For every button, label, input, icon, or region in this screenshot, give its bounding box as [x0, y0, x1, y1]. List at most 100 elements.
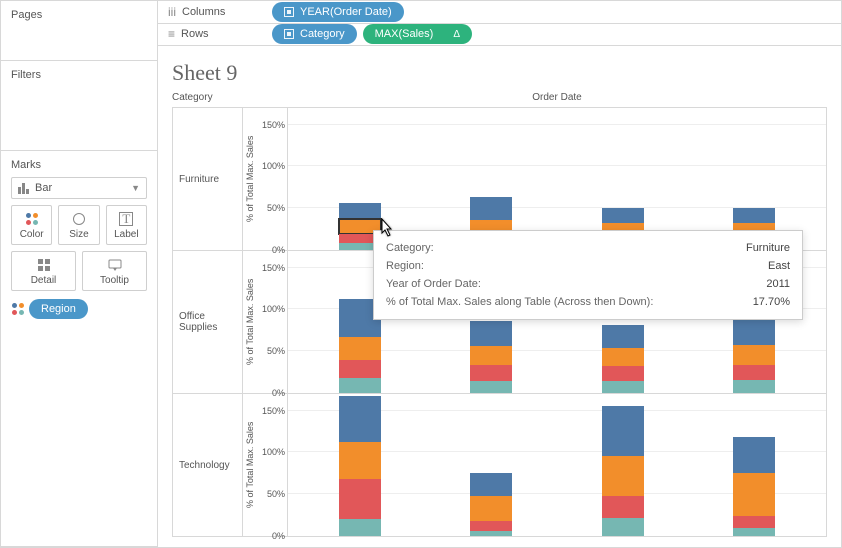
bar-segment[interactable]	[602, 348, 644, 366]
bar[interactable]	[339, 394, 381, 536]
bar-segment[interactable]	[602, 325, 644, 348]
bar[interactable]	[733, 394, 775, 536]
tooltip-value: Furniture	[746, 239, 790, 257]
marks-size-label: Size	[69, 229, 88, 240]
marks-detail-button[interactable]: Detail	[11, 251, 76, 291]
bar-segment[interactable]	[602, 456, 644, 496]
marks-label-button[interactable]: T Label	[106, 205, 147, 245]
pill-icon	[284, 7, 294, 17]
row-label[interactable]: Furniture	[173, 108, 242, 251]
row-labels-column: FurnitureOffice SuppliesTechnology	[173, 108, 243, 536]
bar-segment[interactable]	[602, 518, 644, 536]
tooltip-key: Region:	[386, 257, 424, 275]
marks-tooltip-button[interactable]: Tooltip	[82, 251, 147, 291]
table-calc-icon: Δ	[453, 29, 460, 40]
bar-segment[interactable]	[339, 378, 381, 393]
bar[interactable]	[470, 394, 512, 536]
bar-segment[interactable]	[339, 396, 381, 442]
y-tick: 100%	[262, 447, 285, 457]
bar-segment[interactable]	[602, 406, 644, 456]
tooltip-value: 17.70%	[753, 293, 790, 311]
bar-segment[interactable]	[470, 521, 512, 531]
chart-zone: FurnitureOffice SuppliesTechnology % of …	[172, 107, 827, 537]
bar-segment[interactable]	[733, 528, 775, 536]
rows-pill-category[interactable]: Category	[272, 24, 357, 44]
bar-segment[interactable]	[470, 321, 512, 346]
detail-icon	[38, 257, 50, 273]
marks-type-select[interactable]: Bar ▼	[11, 177, 147, 199]
bar-segment[interactable]	[470, 381, 512, 393]
bar-segment[interactable]	[602, 366, 644, 381]
bar[interactable]	[733, 108, 775, 250]
sheet-title[interactable]: Sheet 9	[172, 60, 827, 86]
pages-panel: Pages	[1, 1, 157, 61]
marks-color-button[interactable]: Color	[11, 205, 52, 245]
y-tick: 100%	[262, 304, 285, 314]
bar-segment[interactable]	[470, 496, 512, 521]
tooltip-key: Category:	[386, 239, 434, 257]
bar-segment[interactable]	[470, 365, 512, 382]
right-area: iii Columns YEAR(Order Date) ≡ Rows Cate…	[158, 1, 841, 547]
columns-pill-year-label: YEAR(Order Date)	[300, 6, 392, 18]
chevron-down-icon: ▼	[131, 183, 140, 193]
marks-label-label: Label	[114, 229, 138, 240]
bar-segment[interactable]	[733, 318, 775, 345]
pill-icon	[284, 29, 294, 39]
bar-segment[interactable]	[733, 516, 775, 528]
rows-pill-category-label: Category	[300, 28, 345, 40]
bar-segment[interactable]	[733, 365, 775, 380]
columns-label: Columns	[182, 6, 225, 18]
marks-size-button[interactable]: Size	[58, 205, 99, 245]
filters-title: Filters	[11, 69, 147, 81]
bar-segment[interactable]	[339, 360, 381, 378]
y-tick: 150%	[262, 263, 285, 273]
tooltip-value: East	[768, 257, 790, 275]
rows-icon: ≡	[168, 27, 175, 41]
bar-segment[interactable]	[733, 380, 775, 393]
bar-segment[interactable]	[733, 473, 775, 516]
y-axis-title: % of Total Max. Sales	[243, 394, 257, 536]
row-label[interactable]: Office Supplies	[173, 251, 242, 394]
bar-segment[interactable]	[339, 337, 381, 360]
bar-segment[interactable]	[339, 442, 381, 480]
bar-segment[interactable]	[470, 346, 512, 364]
marks-panel: Marks Bar ▼ Color Size T	[1, 151, 157, 547]
marks-region-pill[interactable]: Region	[29, 299, 88, 319]
columns-pill-year[interactable]: YEAR(Order Date)	[272, 2, 404, 22]
bar[interactable]	[602, 394, 644, 536]
bar-segment[interactable]	[470, 473, 512, 496]
rows-pill-maxsales[interactable]: MAX(Sales) Δ	[363, 24, 472, 44]
rows-shelf[interactable]: ≡ Rows Category MAX(Sales) Δ	[158, 24, 841, 47]
bar-segment[interactable]	[339, 519, 381, 536]
left-rail: Pages Filters Marks Bar ▼ Color	[1, 1, 158, 547]
bar-segment[interactable]	[602, 208, 644, 223]
bar-segment[interactable]	[602, 381, 644, 393]
bar[interactable]	[339, 108, 381, 250]
label-icon: T	[119, 212, 133, 226]
y-tick: 150%	[262, 120, 285, 130]
region-pill-label: Region	[41, 303, 76, 315]
bar-segment[interactable]	[733, 345, 775, 365]
bar-segment[interactable]	[470, 197, 512, 220]
columns-shelf[interactable]: iii Columns YEAR(Order Date)	[158, 1, 841, 24]
bar-segment[interactable]	[733, 208, 775, 223]
bar-segment[interactable]	[602, 496, 644, 518]
bar[interactable]	[602, 108, 644, 250]
y-tick: 50%	[267, 346, 285, 356]
rows-label: Rows	[181, 28, 209, 40]
y-tick: 50%	[267, 489, 285, 499]
color-legend-icon	[11, 302, 25, 316]
bar-segment[interactable]	[339, 203, 381, 220]
pages-title: Pages	[11, 9, 147, 21]
y-tick: 100%	[262, 161, 285, 171]
bar-segment[interactable]	[339, 479, 381, 519]
tooltip-value: 2011	[766, 275, 790, 293]
y-tick: 0%	[272, 531, 285, 541]
color-icon	[25, 212, 39, 226]
bar-segment[interactable]	[470, 531, 512, 536]
bar-segment[interactable]	[733, 437, 775, 472]
row-label[interactable]: Technology	[173, 394, 242, 536]
marks-type-label: Bar	[35, 182, 52, 194]
bar[interactable]	[470, 108, 512, 250]
marks-detail-label: Detail	[31, 275, 57, 286]
